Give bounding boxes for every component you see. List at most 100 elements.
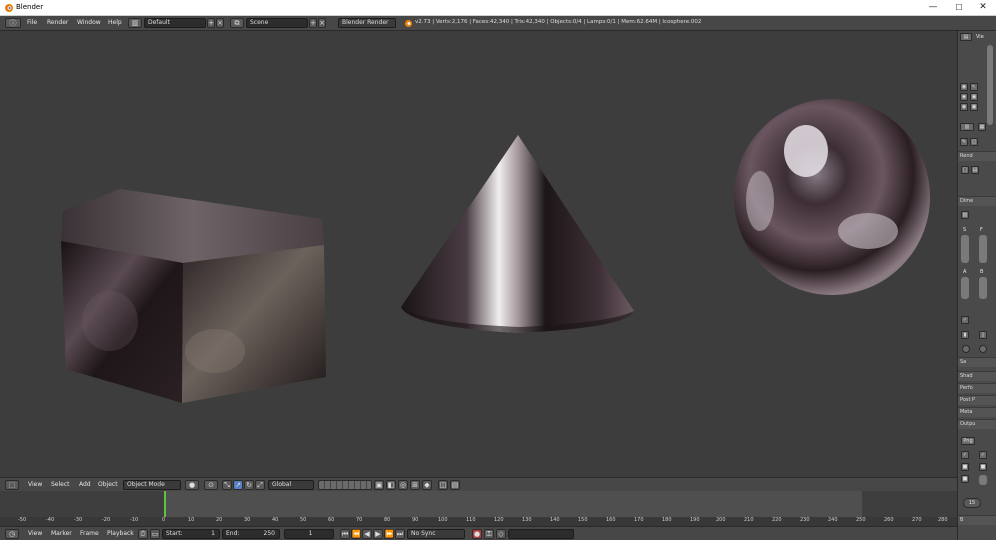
render-image-icon[interactable]: ▢ (961, 166, 969, 174)
snap-toggle-icon[interactable]: ⊞ (410, 480, 420, 490)
menu-marker[interactable]: Marker (51, 530, 72, 537)
panel-dimensions[interactable]: Dime (958, 196, 996, 206)
placeholders-checkbox[interactable]: ✓ (979, 451, 987, 459)
menu-view[interactable]: View (28, 530, 42, 537)
screen-layout-icon[interactable]: ▥ (128, 18, 142, 28)
cone-object[interactable] (401, 135, 634, 333)
wrench-icon[interactable]: ✎ (960, 138, 968, 146)
panel-output[interactable]: Outpu (958, 419, 996, 429)
properties-editor-icon[interactable]: ▥ (960, 123, 974, 131)
scene-icon[interactable]: ⧉ (230, 18, 244, 28)
visibility-eye-icon[interactable]: ◉ (960, 103, 968, 111)
visibility-eye-icon[interactable]: ◉ (960, 83, 968, 91)
overwrite-checkbox[interactable]: ✓ (961, 451, 969, 459)
preset-icon[interactable]: ▥ (961, 211, 969, 219)
panel-render[interactable]: Rend (958, 151, 996, 161)
visibility-eye-icon[interactable]: ◉ (960, 93, 968, 101)
scale-icon[interactable]: ⤢ (255, 480, 265, 490)
menu-render[interactable]: Render (47, 19, 68, 26)
render-layer-icon[interactable]: ◧ (386, 480, 396, 490)
next-keyframe-icon[interactable]: ⏩ (384, 529, 394, 539)
resolution-x-slider[interactable] (961, 235, 969, 263)
prev-keyframe-icon[interactable]: ⏪ (351, 529, 361, 539)
bw-toggle[interactable]: ■ (961, 463, 969, 471)
panel-sampled-motion-blur[interactable]: Sa (958, 357, 996, 367)
render-opengl-icon[interactable]: ◫ (438, 480, 448, 490)
rgba-toggle[interactable]: ■ (961, 475, 969, 483)
preview-range-icon[interactable]: ⏱ (138, 529, 148, 539)
3d-viewport[interactable] (0, 31, 957, 477)
snap-element-icon[interactable]: ◆ (422, 480, 432, 490)
filter-radio[interactable] (979, 345, 987, 353)
aspect-x-slider[interactable] (961, 277, 969, 299)
filter-radio[interactable] (962, 345, 970, 353)
jump-start-icon[interactable]: ⏮ (340, 529, 350, 539)
panel-bake[interactable]: B (958, 515, 996, 525)
render-camera-icon[interactable]: ▣ (970, 93, 978, 101)
pivot-point-icon[interactable]: ⊙ (204, 480, 218, 490)
layers-grid[interactable] (318, 480, 372, 490)
menu-frame[interactable]: Frame (80, 530, 99, 537)
record-keyframe-icon[interactable]: ● (472, 529, 482, 539)
menu-file[interactable]: File (27, 19, 37, 26)
select-arrow-icon[interactable]: ↖ (970, 83, 978, 91)
keyframe-type-icon[interactable]: ◇ (496, 529, 506, 539)
manipulator-toggle-icon[interactable]: ⤡ (222, 480, 232, 490)
remove-scene-button[interactable]: × (318, 18, 326, 28)
jump-end-icon[interactable]: ⏭ (395, 529, 405, 539)
sync-mode-select[interactable]: No Sync (407, 529, 465, 539)
menu-object[interactable]: Object (98, 481, 118, 488)
editor-type-3d-icon[interactable]: ⬚ (5, 480, 19, 490)
add-screen-button[interactable]: + (207, 18, 215, 28)
render-engine-select[interactable]: Blender Render (338, 18, 396, 28)
close-button[interactable]: ✕ (970, 1, 996, 14)
menu-view[interactable]: View (28, 481, 42, 488)
screen-layout-field[interactable]: Default (144, 18, 206, 28)
render-anim-icon[interactable]: ▤ (971, 166, 979, 174)
compression-field[interactable]: 15 (963, 498, 981, 508)
play-icon[interactable]: ▶ (373, 529, 383, 539)
editor-type-info-icon[interactable]: ⓘ (5, 18, 21, 28)
scene-field[interactable]: Scene (246, 18, 308, 28)
frame-rate-slider[interactable] (979, 277, 987, 299)
viewport-shading-icon[interactable]: ● (185, 480, 199, 490)
end-frame-field[interactable]: End: 250 (222, 529, 280, 539)
start-frame-field[interactable]: Start: 1 (162, 529, 220, 539)
keying-set-icon[interactable]: ⚿ (484, 529, 494, 539)
resolution-y-slider[interactable] (979, 235, 987, 263)
transform-orientation-select[interactable]: Global (268, 480, 314, 490)
color-depth-slider[interactable] (979, 475, 987, 485)
play-reverse-icon[interactable]: ◀ (362, 529, 372, 539)
rotate-icon[interactable]: ↻ (244, 480, 254, 490)
camera-icon[interactable]: ◫ (970, 138, 978, 146)
add-scene-button[interactable]: + (309, 18, 317, 28)
editor-type-timeline-icon[interactable]: ◷ (5, 529, 19, 539)
current-frame-indicator[interactable] (164, 491, 166, 517)
panel-shading[interactable]: Shad (958, 371, 996, 381)
proportional-edit-icon[interactable]: ◎ (398, 480, 408, 490)
sample-toggle[interactable]: ▮ (961, 331, 969, 339)
sample-toggle[interactable]: ▯ (979, 331, 987, 339)
panel-post-processing[interactable]: Post P (958, 395, 996, 405)
panel-performance[interactable]: Perfo (958, 383, 996, 393)
mode-select[interactable]: Object Mode (123, 480, 181, 490)
render-camera-icon[interactable]: ▣ (970, 103, 978, 111)
rgb-toggle[interactable]: ■ (979, 463, 987, 471)
menu-playback[interactable]: Playback (107, 530, 134, 537)
remove-screen-button[interactable]: × (216, 18, 224, 28)
menu-window[interactable]: Window (77, 19, 101, 26)
panel-metadata[interactable]: Meta (958, 407, 996, 417)
antialias-checkbox[interactable]: ✓ (961, 316, 969, 324)
outliner-editor-icon[interactable]: ▤ (960, 33, 972, 41)
render-anim-opengl-icon[interactable]: ▤ (450, 480, 460, 490)
menu-help[interactable]: Help (108, 19, 122, 26)
render-context-icon[interactable]: ▦ (978, 123, 986, 131)
maximize-button[interactable]: ☐ (946, 1, 972, 14)
lock-layers-icon[interactable]: ▣ (374, 480, 384, 490)
outliner-scrollbar[interactable] (987, 45, 993, 125)
active-keying-set-field[interactable] (508, 529, 574, 539)
sphere-object[interactable] (734, 99, 930, 295)
use-preview-icon[interactable]: ▭ (150, 529, 160, 539)
minimize-button[interactable]: — (920, 1, 946, 14)
menu-select[interactable]: Select (51, 481, 70, 488)
